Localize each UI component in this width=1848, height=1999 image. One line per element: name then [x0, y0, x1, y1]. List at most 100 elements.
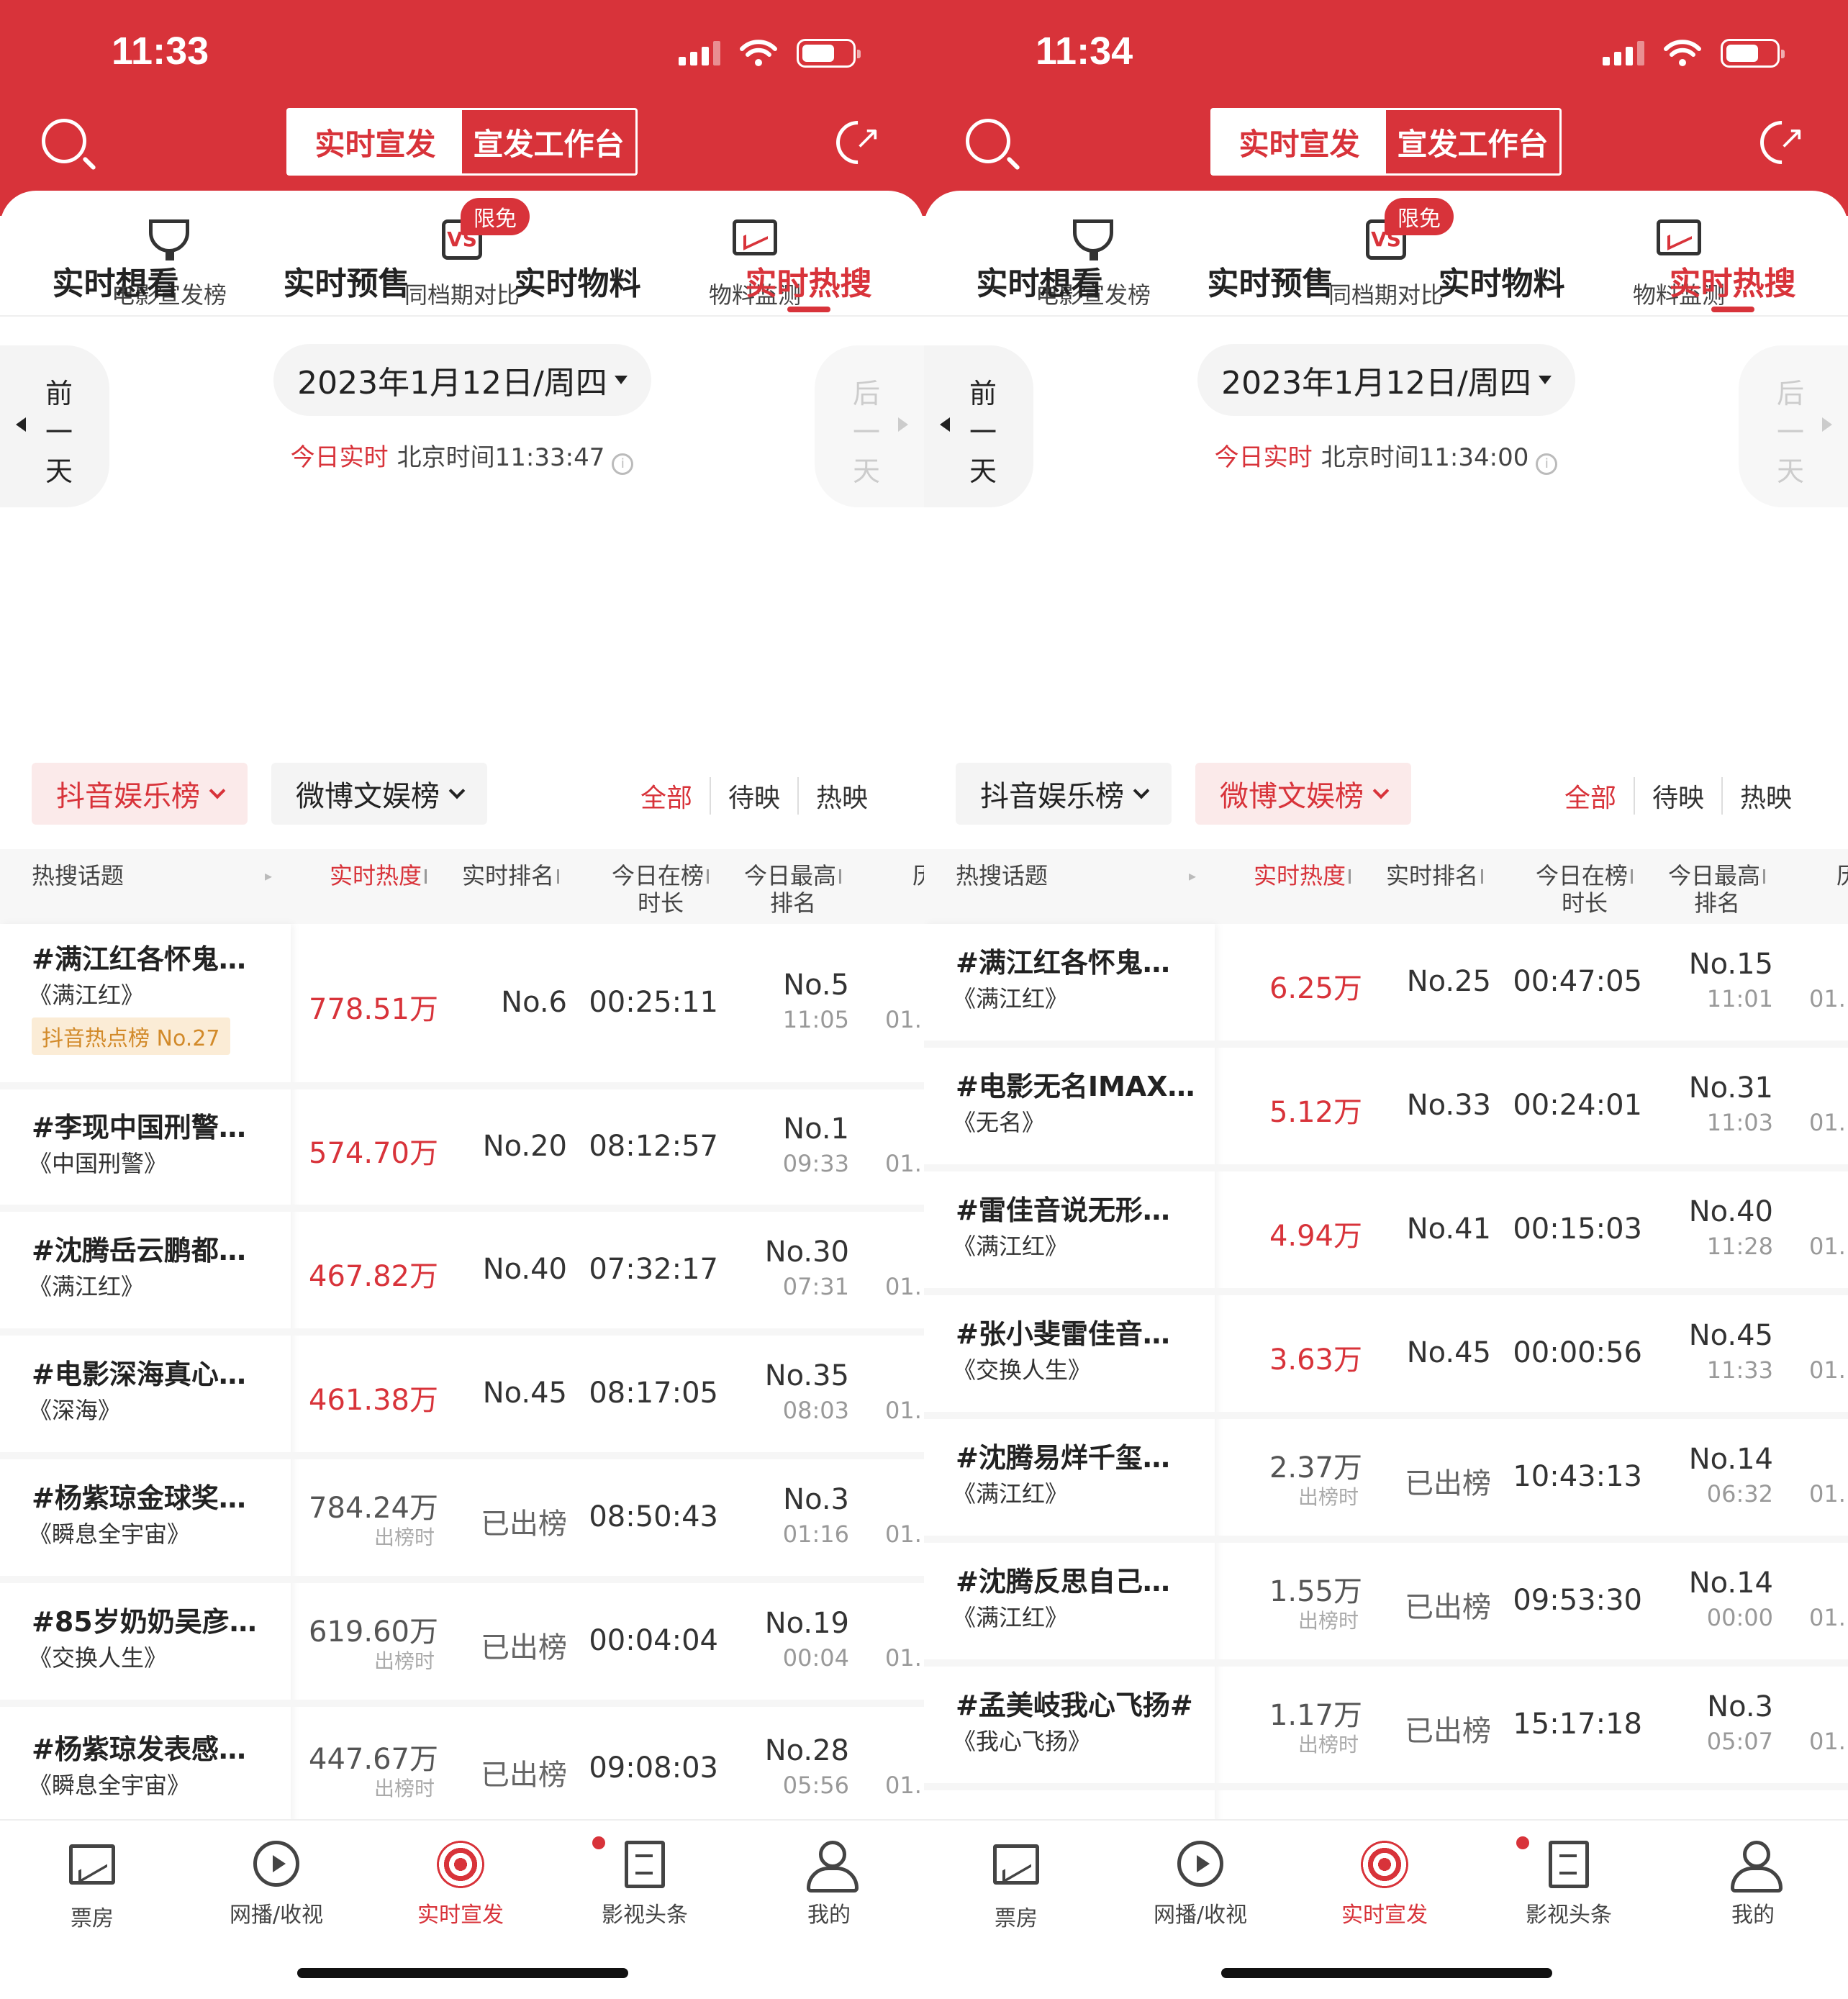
tabbar-headlines[interactable]: 影视头条: [553, 1836, 737, 1928]
peak-time: 05:07: [1706, 1728, 1773, 1755]
film-name: 《深海》: [29, 1397, 122, 1424]
table-row[interactable]: #杨紫琼金球奖… 《瞬息全宇宙》 784.24万 出榜时 已出榜 08:50:43 No.3…: [0, 1459, 924, 1583]
filter-douyin[interactable]: 抖音娱乐榜: [32, 763, 248, 825]
film-name: 《瞬息全宇宙》: [29, 1772, 191, 1799]
col-heat[interactable]: 实时热度: [1254, 862, 1351, 889]
rank-value: No.40: [482, 1253, 567, 1286]
tabbar-realtime-promo[interactable]: 实时宣发: [368, 1841, 553, 1928]
mode-segment: 实时宣发 宣发工作台: [286, 108, 638, 176]
status-filter-group: 全部 待映 热映: [1547, 777, 1809, 815]
seg-workbench[interactable]: 宣发工作台: [462, 110, 635, 173]
col-rank[interactable]: 实时排名: [462, 862, 560, 889]
user-icon: [805, 1841, 859, 1893]
col-topic: 热搜话题: [956, 862, 1048, 889]
col-rank[interactable]: 实时排名: [1386, 862, 1484, 889]
table-row[interactable]: #电影深海真心… 《深海》 461.38万 No.45 08:17:05 No.35 08:…: [0, 1336, 924, 1459]
col-duration[interactable]: 今日在榜 时长: [1536, 862, 1634, 917]
filter-douyin[interactable]: 抖音娱乐榜: [956, 763, 1172, 825]
film-name: 《交换人生》: [29, 1644, 168, 1672]
filter-weibo[interactable]: 微博文娱榜: [1195, 763, 1411, 825]
mode-segment: 实时宣发 宣发工作台: [1210, 108, 1562, 176]
table-row[interactable]: #杨紫琼发表感… 《瞬息全宇宙》 447.67万 出榜时 已出榜 09:08:03 No.2…: [0, 1707, 924, 1823]
col-peak[interactable]: 今日最高 排名: [744, 862, 842, 917]
share-arrow-icon: ↗: [854, 119, 881, 156]
peak-rank: No.14: [1688, 1443, 1773, 1476]
peak-time: 11:05: [782, 1006, 849, 1033]
duration-value: 15:17:18: [1513, 1708, 1642, 1741]
chevron-down-icon: [1133, 782, 1150, 799]
table-row[interactable]: #孟美岐我心飞扬# 《我心飞扬》 1.17万 出榜时 已出榜 15:17:18 No.3 05…: [924, 1667, 1848, 1790]
filter-weibo[interactable]: 微博文娱榜: [271, 763, 487, 825]
status-showing[interactable]: 热映: [1721, 777, 1809, 815]
date-picker[interactable]: 2023年1月12日/周四: [1197, 344, 1575, 416]
tabbar-streaming[interactable]: 网播/收视: [1108, 1841, 1292, 1928]
heat-exit-label: 出榜时: [1297, 1485, 1359, 1509]
info-icon[interactable]: i: [612, 453, 634, 475]
peak-rank: No.15: [1688, 948, 1773, 981]
tabbar-realtime-promo[interactable]: 实时宣发: [1292, 1841, 1477, 1928]
prev-day-button[interactable]: 前一天: [0, 345, 109, 507]
status-upcoming[interactable]: 待映: [709, 777, 797, 815]
tabbar-me[interactable]: 我的: [737, 1841, 921, 1928]
tabbar-me[interactable]: 我的: [1661, 1841, 1845, 1928]
history-date: 01.11: [1809, 1604, 1848, 1631]
peak-time: 11:33: [1706, 1356, 1773, 1384]
table-row[interactable]: #沈腾易烊千玺… 《满江红》 2.37万 出榜时 已出榜 10:43:13 No.14 06:…: [924, 1419, 1848, 1543]
seg-realtime[interactable]: 实时宣发: [1213, 110, 1386, 173]
rank-value: No.20: [482, 1130, 567, 1163]
next-day-button[interactable]: 后一天: [815, 345, 924, 507]
hot-list-tag: 抖音热点榜 No.27: [32, 1017, 230, 1055]
tabbar-box-office[interactable]: 票房: [924, 1841, 1108, 1932]
col-heat[interactable]: 实时热度: [330, 862, 427, 889]
status-all[interactable]: 全部: [1547, 777, 1634, 815]
table-row[interactable]: #张小斐雷佳音… 《交换人生》 3.63万 No.45 00:00:56 No.45 11:…: [924, 1295, 1848, 1419]
history-date: 01.12: [1809, 1356, 1848, 1384]
film-name: 《满江红》: [953, 1233, 1069, 1260]
prev-day-button[interactable]: 前一天: [924, 345, 1033, 507]
seg-realtime[interactable]: 实时宣发: [289, 110, 462, 173]
next-day-button[interactable]: 后一天: [1739, 345, 1848, 507]
tab-materials[interactable]: 实时物料: [1386, 237, 1617, 315]
tab-presale[interactable]: 实时预售: [231, 237, 462, 315]
tab-want-to-watch[interactable]: 实时想看: [924, 237, 1155, 315]
play-icon: [253, 1841, 299, 1887]
table-row[interactable]: #沈腾反思自己… 《满江红》 1.55万 出榜时 已出榜 09:53:30 No.14 00:…: [924, 1543, 1848, 1667]
topic-title: #沈腾易烊千玺…: [956, 1442, 1170, 1474]
duration-value: 08:12:57: [589, 1130, 718, 1163]
table-row[interactable]: #满江红各怀鬼… 《满江红》 6.25万 No.25 00:47:05 No.15 11:0…: [924, 924, 1848, 1048]
info-icon[interactable]: i: [1536, 453, 1558, 475]
tabbar-headlines[interactable]: 影视头条: [1477, 1836, 1661, 1928]
date-picker[interactable]: 2023年1月12日/周四: [273, 344, 651, 416]
tabbar-streaming[interactable]: 网播/收视: [184, 1841, 368, 1928]
table-row[interactable]: #85岁奶奶吴彦… 《交换人生》 619.60万 出榜时 已出榜 00:04:04 No.1…: [0, 1583, 924, 1707]
col-peak[interactable]: 今日最高 排名: [1668, 862, 1766, 917]
table-row[interactable]: #满江红各怀鬼… 《满江红》 抖音热点榜 No.27 778.51万 No.6 00:25…: [0, 924, 924, 1089]
tabbar-box-office[interactable]: 票房: [0, 1841, 184, 1932]
table-row[interactable]: #李现中国刑警… 《中国刑警》 574.70万 No.20 08:12:57 No.1 09…: [0, 1089, 924, 1212]
signal-icon: [1603, 41, 1644, 65]
rank-value: 已出榜: [481, 1631, 567, 1664]
status-upcoming[interactable]: 待映: [1633, 777, 1721, 815]
rank-value: 已出榜: [481, 1759, 567, 1792]
status-showing[interactable]: 热映: [797, 777, 885, 815]
peak-time: 08:03: [782, 1397, 849, 1424]
search-icon[interactable]: [42, 119, 86, 163]
battery-icon: [1721, 39, 1785, 68]
app-header: 11:33 实时宣发 宣发工作台 ↗: [0, 0, 924, 216]
duration-value: 10:43:13: [1513, 1460, 1642, 1493]
tab-presale[interactable]: 实时预售: [1155, 237, 1386, 315]
tab-materials[interactable]: 实时物料: [462, 237, 693, 315]
history-date: 01.1: [885, 1772, 924, 1799]
status-all[interactable]: 全部: [623, 777, 710, 815]
tab-want-to-watch[interactable]: 实时想看: [0, 237, 231, 315]
date-row: 前一天 2023年1月12日/周四 今日实时 北京时间11:34:00 i 后一天: [924, 317, 1848, 532]
col-duration[interactable]: 今日在榜 时长: [612, 862, 710, 917]
tab-hot-search[interactable]: 实时热搜: [693, 237, 924, 315]
table-row[interactable]: #雷佳音说无形… 《满江红》 4.94万 No.41 00:15:03 No.40 11:2…: [924, 1171, 1848, 1295]
table-row[interactable]: #电影无名IMAX… 《无名》 5.12万 No.33 00:24:01 No.31 11:…: [924, 1048, 1848, 1171]
peak-rank: No.30: [764, 1236, 849, 1269]
tab-hot-search[interactable]: 实时热搜: [1617, 237, 1848, 315]
seg-workbench[interactable]: 宣发工作台: [1386, 110, 1559, 173]
table-row[interactable]: #沈腾岳云鹏都… 《满江红》 467.82万 No.40 07:32:17 No.30 07…: [0, 1212, 924, 1336]
search-icon[interactable]: [966, 119, 1010, 163]
